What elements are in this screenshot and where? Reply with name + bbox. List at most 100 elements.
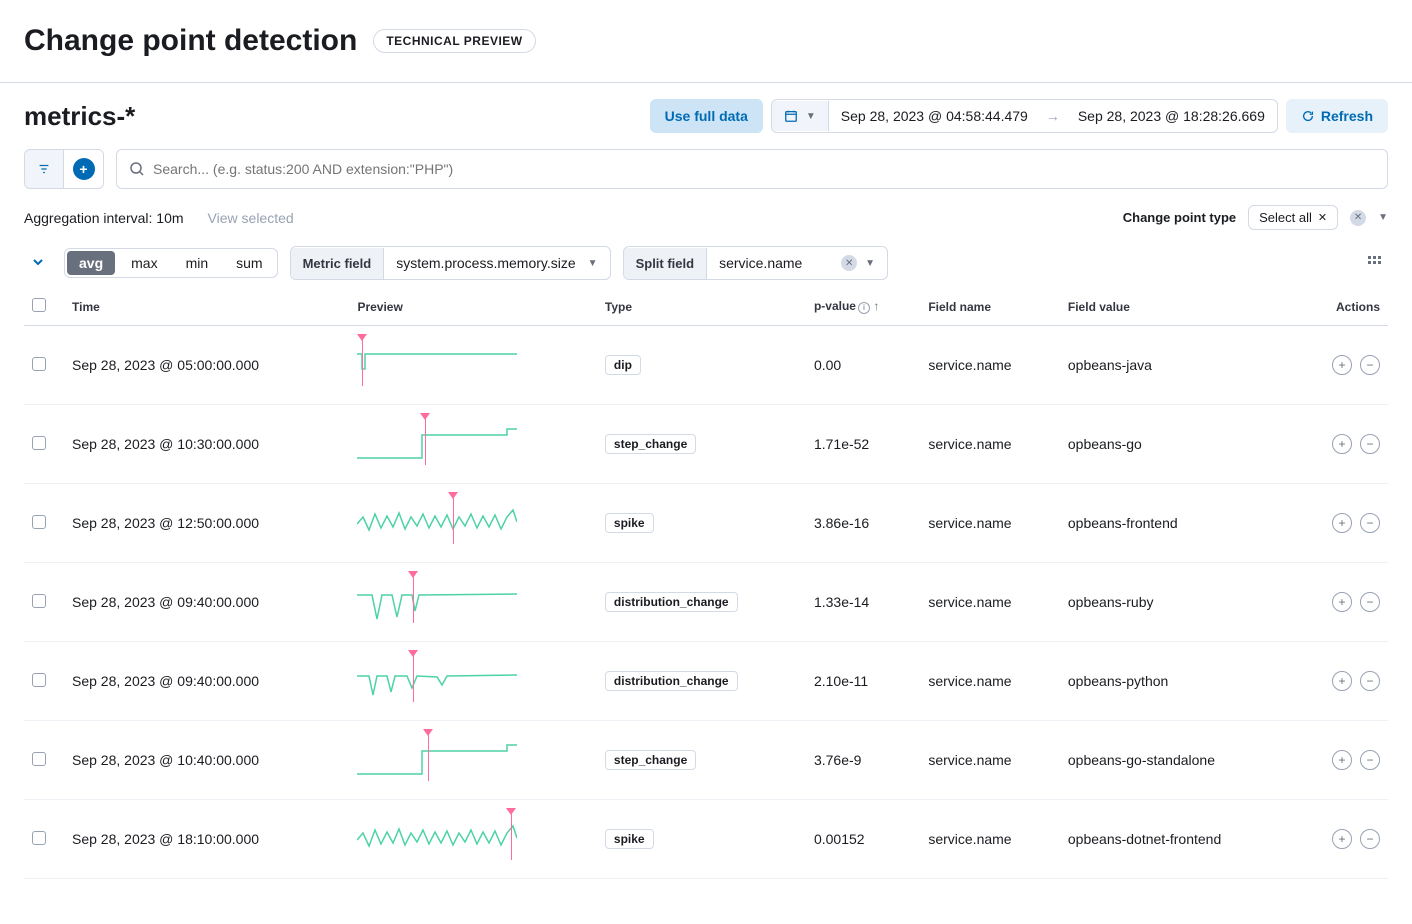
filter-icon — [37, 162, 51, 176]
filter-in-button[interactable]: + — [1332, 592, 1352, 612]
agg-option-min[interactable]: min — [172, 249, 223, 277]
filter-out-button[interactable]: − — [1360, 434, 1380, 454]
cell-field-value: opbeans-dotnet-frontend — [1060, 800, 1298, 879]
column-time[interactable]: Time — [64, 288, 349, 326]
agg-option-sum[interactable]: sum — [222, 249, 276, 277]
filter-in-button[interactable]: + — [1332, 829, 1352, 849]
filter-in-button[interactable]: + — [1332, 434, 1352, 454]
row-checkbox[interactable] — [32, 752, 46, 766]
select-all-checkbox[interactable] — [32, 298, 46, 312]
cell-field-value: opbeans-java — [1060, 326, 1298, 405]
cell-field-value: opbeans-frontend — [1060, 484, 1298, 563]
cell-actions: + − — [1298, 642, 1388, 721]
column-actions: Actions — [1298, 288, 1388, 326]
filter-out-button[interactable]: − — [1360, 355, 1380, 375]
row-checkbox[interactable] — [32, 515, 46, 529]
column-pvalue[interactable]: p-valuei ↑ — [806, 288, 920, 326]
search-input[interactable] — [153, 161, 1375, 177]
aggregation-function-group: avgmaxminsum — [64, 248, 278, 278]
cell-pvalue: 0.00152 — [806, 800, 920, 879]
clear-split-field-button[interactable]: ✕ — [841, 255, 857, 271]
cell-field-value: opbeans-go — [1060, 405, 1298, 484]
cell-time: Sep 28, 2023 @ 12:50:00.000 — [64, 484, 349, 563]
cell-actions: + − — [1298, 326, 1388, 405]
cell-field-name: service.name — [920, 721, 1060, 800]
row-checkbox[interactable] — [32, 436, 46, 450]
filter-in-button[interactable]: + — [1332, 671, 1352, 691]
chevron-down-icon[interactable]: ▼ — [588, 258, 598, 269]
filter-in-button[interactable]: + — [1332, 513, 1352, 533]
cell-pvalue: 1.33e-14 — [806, 563, 920, 642]
table-row: Sep 28, 2023 @ 12:50:00.000 spike 3.86e-… — [24, 484, 1388, 563]
cell-actions: + − — [1298, 484, 1388, 563]
cell-pvalue: 3.86e-16 — [806, 484, 920, 563]
cell-type: distribution_change — [597, 563, 806, 642]
cell-actions: + − — [1298, 405, 1388, 484]
cell-actions: + − — [1298, 563, 1388, 642]
more-options-button[interactable] — [1360, 248, 1388, 279]
filter-in-button[interactable]: + — [1332, 355, 1352, 375]
agg-option-max[interactable]: max — [117, 249, 171, 277]
chevron-down-icon: ▼ — [806, 111, 816, 122]
filter-out-button[interactable]: − — [1360, 829, 1380, 849]
arrow-right-icon: → — [1040, 108, 1066, 124]
cell-type: distribution_change — [597, 642, 806, 721]
expand-toggle[interactable] — [24, 251, 52, 275]
table-row: Sep 28, 2023 @ 09:40:00.000 distribution… — [24, 563, 1388, 642]
index-pattern-title: metrics-* — [24, 101, 135, 132]
agg-option-avg[interactable]: avg — [67, 251, 115, 275]
date-range-picker[interactable]: ▼ Sep 28, 2023 @ 04:58:44.479 → Sep 28, … — [771, 99, 1278, 133]
refresh-button[interactable]: Refresh — [1286, 99, 1388, 133]
cell-type: dip — [597, 326, 806, 405]
search-container — [116, 149, 1388, 189]
clear-filter-button[interactable]: ✕ — [1350, 210, 1366, 226]
cell-field-name: service.name — [920, 800, 1060, 879]
split-field-label: Split field — [624, 248, 708, 279]
dots-icon — [1366, 254, 1382, 270]
metric-field-select[interactable]: Metric field system.process.memory.size … — [290, 246, 611, 280]
cell-field-name: service.name — [920, 484, 1060, 563]
row-checkbox[interactable] — [32, 673, 46, 687]
table-row: Sep 28, 2023 @ 09:40:00.000 distribution… — [24, 642, 1388, 721]
cell-field-name: service.name — [920, 642, 1060, 721]
filter-out-button[interactable]: − — [1360, 592, 1380, 612]
filter-out-button[interactable]: − — [1360, 750, 1380, 770]
column-field-value[interactable]: Field value — [1060, 288, 1298, 326]
plus-icon: + — [73, 158, 95, 180]
split-field-select[interactable]: Split field service.name ✕ ▼ — [623, 246, 889, 280]
cell-actions: + − — [1298, 800, 1388, 879]
column-preview: Preview — [349, 288, 596, 326]
cell-type: spike — [597, 800, 806, 879]
filter-in-button[interactable]: + — [1332, 750, 1352, 770]
cell-preview — [349, 563, 596, 642]
cell-type: spike — [597, 484, 806, 563]
metric-field-value: system.process.memory.size — [396, 255, 575, 271]
cell-time: Sep 28, 2023 @ 09:40:00.000 — [64, 642, 349, 721]
add-filter-button[interactable]: + — [64, 149, 104, 189]
cell-type: step_change — [597, 721, 806, 800]
row-checkbox[interactable] — [32, 831, 46, 845]
cell-preview — [349, 326, 596, 405]
select-all-pill[interactable]: Select all ✕ — [1248, 205, 1338, 230]
aggregation-interval-label: Aggregation interval: 10m — [24, 210, 184, 226]
chevron-down-icon[interactable]: ▼ — [865, 258, 875, 269]
filter-out-button[interactable]: − — [1360, 513, 1380, 533]
calendar-icon[interactable]: ▼ — [772, 101, 829, 131]
cell-time: Sep 28, 2023 @ 10:30:00.000 — [64, 405, 349, 484]
cell-field-name: service.name — [920, 563, 1060, 642]
row-checkbox[interactable] — [32, 357, 46, 371]
date-from[interactable]: Sep 28, 2023 @ 04:58:44.479 — [829, 100, 1040, 132]
row-checkbox[interactable] — [32, 594, 46, 608]
filter-out-button[interactable]: − — [1360, 671, 1380, 691]
column-field-name[interactable]: Field name — [920, 288, 1060, 326]
filter-button[interactable] — [24, 149, 64, 189]
chevron-down-icon[interactable]: ▼ — [1378, 212, 1388, 223]
use-full-data-button[interactable]: Use full data — [650, 99, 763, 133]
select-all-label: Select all — [1259, 210, 1312, 225]
date-to[interactable]: Sep 28, 2023 @ 18:28:26.669 — [1066, 100, 1277, 132]
info-icon[interactable]: i — [858, 302, 870, 314]
close-icon[interactable]: ✕ — [1318, 211, 1327, 224]
view-selected-button[interactable]: View selected — [208, 210, 294, 226]
cell-time: Sep 28, 2023 @ 18:10:00.000 — [64, 800, 349, 879]
column-type[interactable]: Type — [597, 288, 806, 326]
